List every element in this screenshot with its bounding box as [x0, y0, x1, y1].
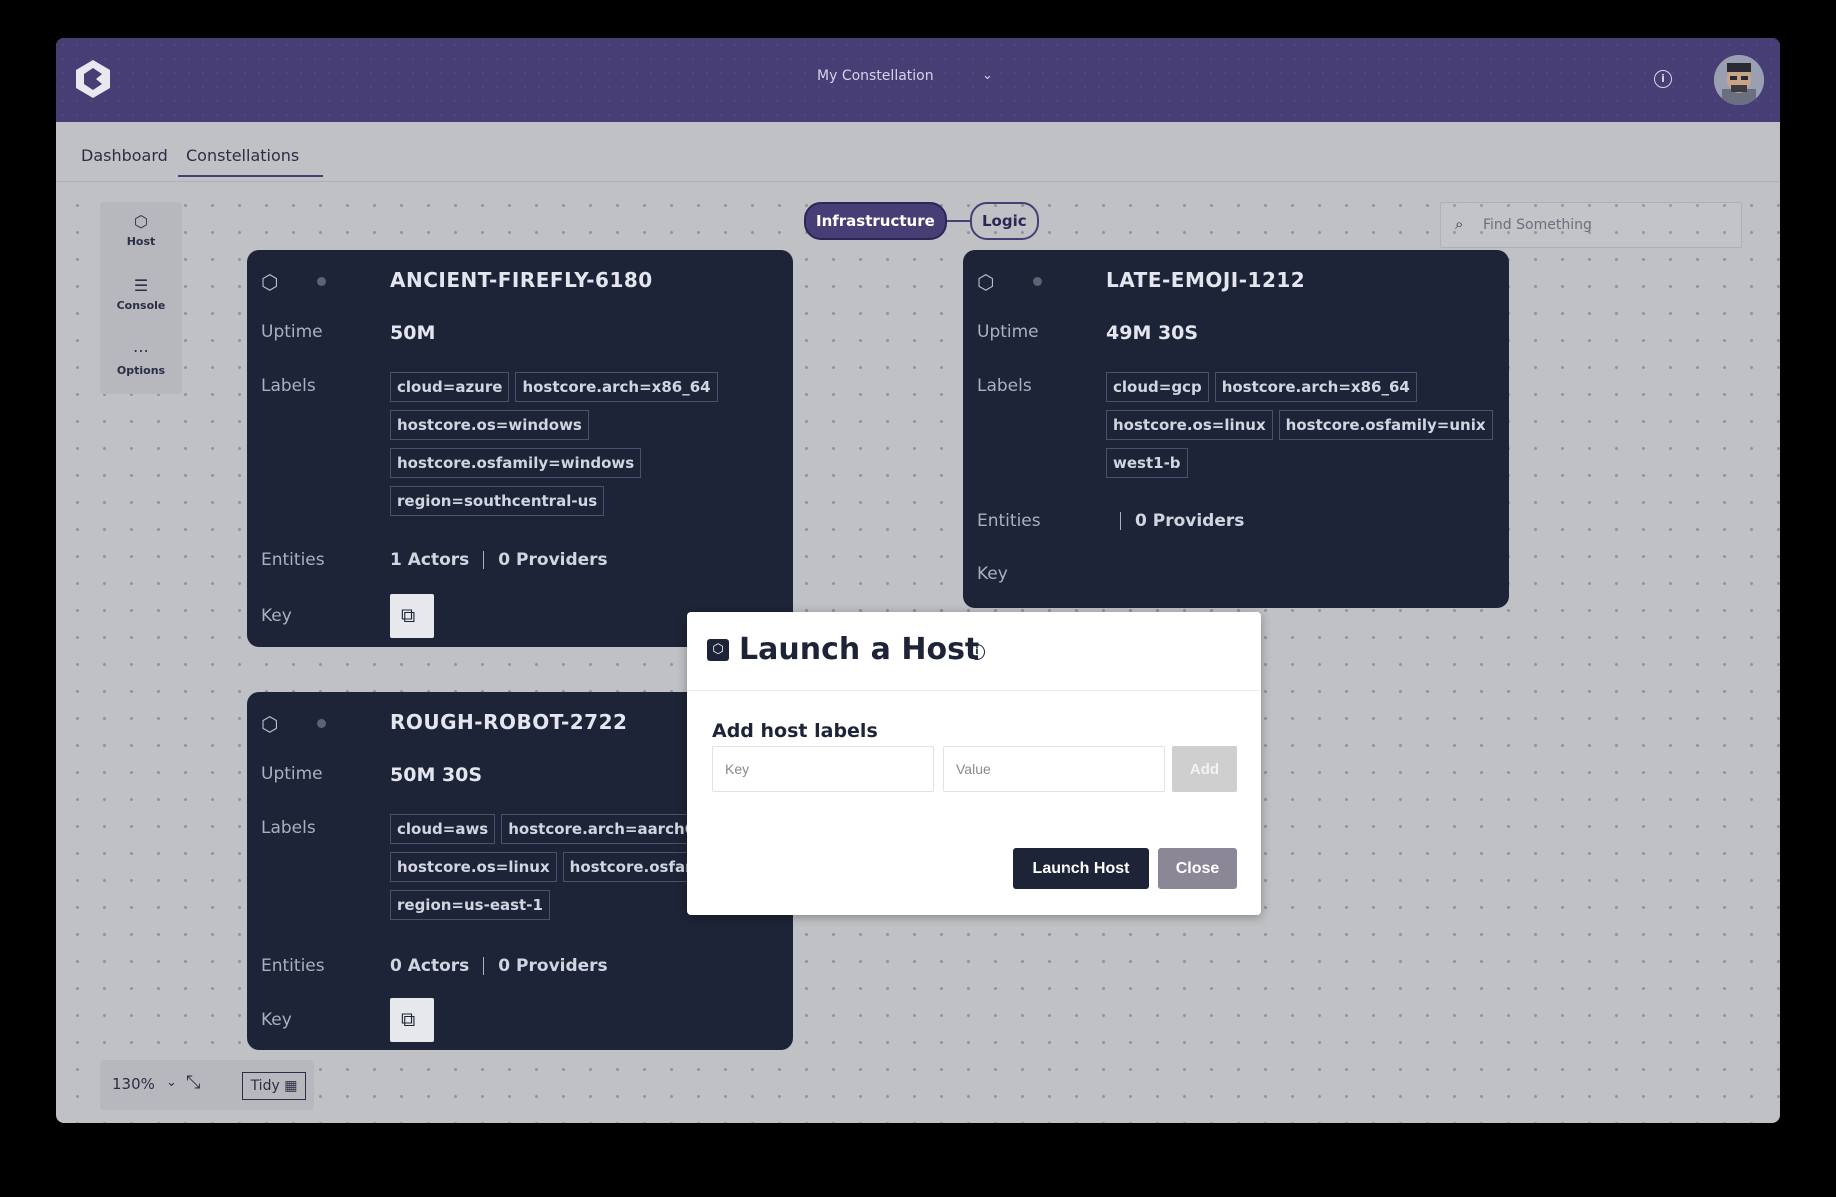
launch-host-modal: ⬡ Launch a Host i Add host labels Add La… [687, 612, 1261, 915]
uptime-value: 49M 30S [1106, 322, 1199, 344]
search-placeholder: Find Something [1483, 217, 1592, 233]
entities-label: Entities [261, 956, 325, 976]
search-icon: ⌕ [1455, 215, 1464, 233]
menu-lines-icon: ☰ [133, 276, 149, 295]
host-title: ROUGH-ROBOT-2722 [390, 710, 628, 734]
labels-label: Labels [261, 376, 316, 396]
label-tag: hostcore.osfamily=windows [390, 448, 642, 478]
left-toolbar: ⬡ Host ☰ Console ⋯ Options [100, 202, 182, 394]
top-bar: My Constellation ⌄ i [56, 38, 1780, 122]
uptime-label: Uptime [261, 764, 323, 784]
entities-label: Entities [261, 550, 325, 570]
chevron-down-icon[interactable]: ⌄ [982, 68, 993, 83]
ellipsis-icon: ⋯ [133, 341, 149, 360]
label-tag: cloud=azure [390, 372, 510, 402]
avatar[interactable] [1714, 55, 1764, 105]
app-window: My Constellation ⌄ i Dashboard Constella… [56, 38, 1780, 1123]
labels-list: cloud=gcp hostcore.arch=x86_64 hostcore.… [1106, 372, 1496, 478]
entities-values: 0 Actors 0 Providers [390, 956, 608, 976]
host-card-late-emoji[interactable]: ⬡ LATE-EMOJI-1212 Uptime 49M 30S Labels … [963, 250, 1509, 608]
add-label-button[interactable]: Add [1172, 746, 1237, 792]
label-value-input[interactable] [943, 746, 1165, 792]
modal-divider [687, 690, 1261, 691]
constellation-canvas[interactable]: ⬡ Host ☰ Console ⋯ Options Infrastructur… [56, 182, 1780, 1123]
label-tag: region=southcentral-us [390, 486, 605, 516]
close-button[interactable]: Close [1158, 848, 1237, 889]
entities-values: 0 Providers [1106, 511, 1244, 531]
grid-icon: ▦ [284, 1078, 298, 1094]
label-tag: hostcore.arch=aarch64 [501, 814, 713, 844]
chevron-down-icon[interactable]: ⌄ [166, 1075, 177, 1090]
launch-host-button[interactable]: Launch Host [1013, 848, 1149, 889]
copy-key-button[interactable]: ⧉ [390, 998, 434, 1042]
constellation-selector[interactable]: My Constellation [817, 68, 934, 84]
tab-dashboard[interactable]: Dashboard [81, 146, 168, 165]
info-icon[interactable]: i [969, 644, 985, 660]
host-card-ancient-firefly[interactable]: ⬡ ANCIENT-FIREFLY-6180 Uptime 50M Labels… [247, 250, 793, 647]
console-tool[interactable]: ☰ Console [100, 276, 182, 312]
key-label: Key [261, 606, 292, 626]
modal-title: Launch a Host [739, 632, 980, 667]
label-tag: hostcore.arch=x86_64 [1214, 372, 1417, 402]
actors-count: 1 Actors [390, 550, 470, 570]
fit-view-icon[interactable]: ⤡ [186, 1072, 200, 1093]
providers-count: 0 Providers [498, 956, 608, 976]
host-tool[interactable]: ⬡ Host [100, 212, 182, 248]
uptime-label: Uptime [261, 322, 323, 342]
label-tag: cloud=gcp [1106, 372, 1209, 402]
providers-count: 0 Providers [498, 550, 608, 570]
label-tag: hostcore.os=windows [390, 410, 589, 440]
label-tag: region=us-east-1 [390, 890, 550, 920]
label-tag: cloud=aws [390, 814, 496, 844]
toggle-logic[interactable]: Logic [970, 202, 1039, 240]
key-label: Key [261, 1010, 292, 1030]
status-dot [1033, 277, 1042, 286]
label-key-input[interactable] [712, 746, 934, 792]
cube-icon: ⬡ [977, 270, 995, 294]
tab-constellations[interactable]: Constellations [178, 146, 324, 177]
label-tag: hostcore.osfamily=unix [1278, 410, 1493, 440]
zoom-bar: 130% ⌄ ⤡ Tidy ▦ [100, 1060, 314, 1110]
actors-count: 0 Actors [390, 956, 470, 976]
providers-count: 0 Providers [1135, 511, 1245, 531]
info-icon[interactable]: i [1654, 70, 1672, 88]
copy-icon: ⧉ [401, 603, 416, 627]
labels-label: Labels [261, 818, 316, 838]
pointer-cursor-icon: ☝ [1061, 864, 1071, 883]
host-title: ANCIENT-FIREFLY-6180 [390, 268, 653, 292]
cube-plus-icon: ⬡ [134, 212, 148, 231]
copy-icon: ⧉ [401, 1007, 416, 1031]
avatar-image [1714, 55, 1764, 105]
key-label: Key [977, 564, 1008, 584]
uptime-label: Uptime [977, 322, 1039, 342]
label-tag: hostcore.arch=x86_64 [515, 372, 718, 402]
zoom-level[interactable]: 130% [112, 1075, 155, 1093]
toggle-infrastructure[interactable]: Infrastructure [804, 202, 947, 240]
cube-icon: ⬡ [707, 639, 729, 661]
host-tool-label: Host [126, 235, 156, 248]
label-tag: west1-b [1106, 448, 1188, 478]
labels-list: cloud=azure hostcore.arch=x86_64 hostcor… [390, 372, 780, 516]
cube-icon: ⬡ [261, 712, 279, 736]
host-title: LATE-EMOJI-1212 [1106, 268, 1306, 292]
console-tool-label: Console [116, 299, 166, 312]
entities-label: Entities [977, 511, 1041, 531]
status-dot [317, 277, 326, 286]
logo-icon[interactable] [72, 58, 114, 100]
options-tool-label: Options [116, 364, 166, 377]
options-tool[interactable]: ⋯ Options [100, 341, 182, 377]
search-box[interactable]: ⌕ Find Something [1440, 202, 1742, 248]
label-tag: hostcore.os=linux [390, 852, 557, 882]
modal-subtitle: Add host labels [712, 720, 878, 742]
entities-values: 1 Actors 0 Providers [390, 550, 608, 570]
label-tag: hostcore.os=linux [1106, 410, 1273, 440]
cube-icon: ⬡ [261, 270, 279, 294]
labels-label: Labels [977, 376, 1032, 396]
uptime-value: 50M [390, 322, 436, 344]
tidy-label: Tidy [250, 1078, 280, 1094]
copy-key-button[interactable]: ⧉ [390, 594, 434, 638]
tidy-button[interactable]: Tidy ▦ [242, 1072, 306, 1100]
status-dot [317, 719, 326, 728]
uptime-value: 50M 30S [390, 764, 483, 786]
